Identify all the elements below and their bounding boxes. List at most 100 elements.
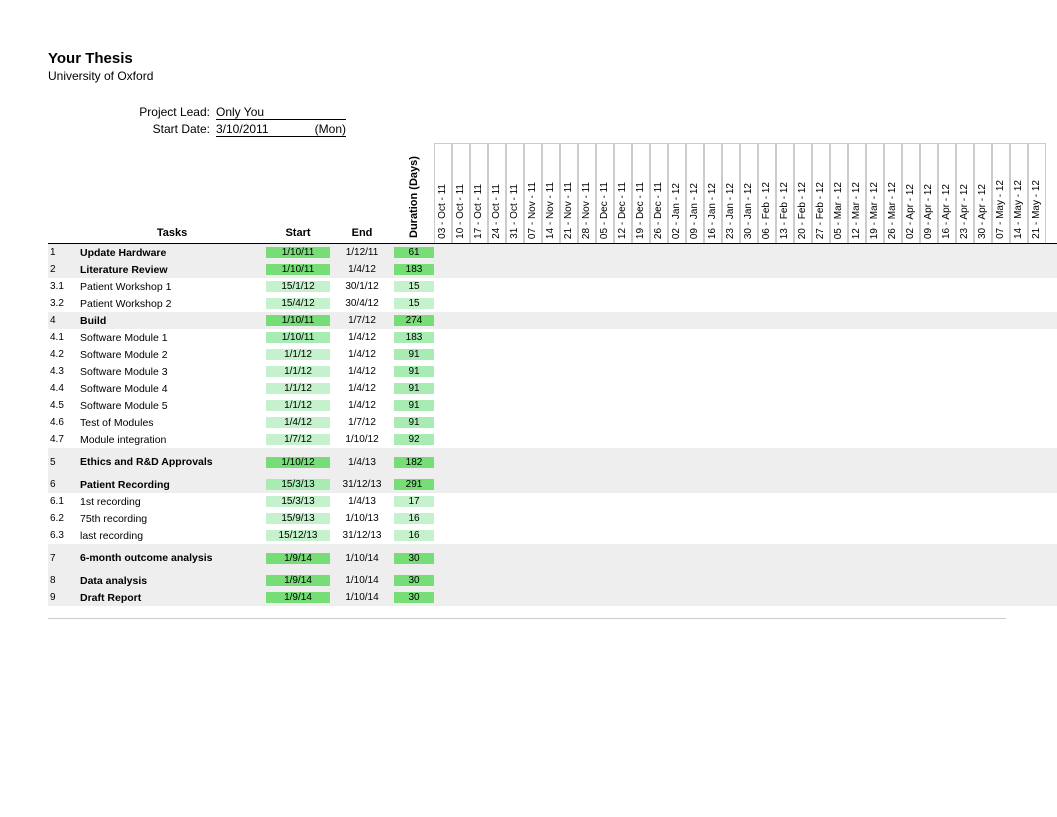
duration: 61 xyxy=(394,247,434,258)
end-date: 1/10/12 xyxy=(330,434,394,445)
date-column: 24 - Oct - 11 xyxy=(488,143,506,243)
start-date: 1/1/12 xyxy=(266,400,330,411)
duration: 91 xyxy=(394,366,434,377)
date-column: 23 - Apr - 12 xyxy=(956,143,974,243)
duration: 16 xyxy=(394,530,434,541)
duration: 92 xyxy=(394,434,434,445)
project-subtitle: University of Oxford xyxy=(48,69,1057,83)
row-number: 3.1 xyxy=(48,281,78,292)
header: Your Thesis University of Oxford xyxy=(48,50,1057,83)
task-name: Patient Workshop 2 xyxy=(78,298,266,310)
task-row: 8Data analysis1/9/141/10/1430 xyxy=(48,572,1057,589)
row-number: 4.2 xyxy=(48,349,78,360)
start-date: 15/1/12 xyxy=(266,281,330,292)
row-number: 8 xyxy=(48,575,78,586)
date-column: 30 - Jan - 12 xyxy=(740,143,758,243)
end-date: 30/4/12 xyxy=(330,298,394,309)
date-column: 14 - Nov - 11 xyxy=(542,143,560,243)
date-column: 28 - Nov - 11 xyxy=(578,143,596,243)
duration: 17 xyxy=(394,496,434,507)
start-date: 1/10/11 xyxy=(266,315,330,326)
end-date: 1/4/12 xyxy=(330,332,394,343)
lead-value[interactable]: Only You xyxy=(216,105,346,120)
row-number: 2 xyxy=(48,264,78,275)
end-date: 1/4/12 xyxy=(330,349,394,360)
duration: 274 xyxy=(394,315,434,326)
task-name: Software Module 3 xyxy=(78,366,266,378)
start-date: 15/3/13 xyxy=(266,479,330,490)
date-column: 21 - Nov - 11 xyxy=(560,143,578,243)
row-number: 3.2 xyxy=(48,298,78,309)
start-date: 1/9/14 xyxy=(266,553,330,564)
date-column: 14 - May - 12 xyxy=(1010,143,1028,243)
row-number: 6.2 xyxy=(48,513,78,524)
date-column: 06 - Feb - 12 xyxy=(758,143,776,243)
row-number: 4.1 xyxy=(48,332,78,343)
duration: 30 xyxy=(394,592,434,603)
duration: 15 xyxy=(394,298,434,309)
lead-label: Project Lead: xyxy=(48,105,216,120)
date-column: 17 - Oct - 11 xyxy=(470,143,488,243)
end-date: 1/7/12 xyxy=(330,417,394,428)
task-name: Data analysis xyxy=(78,575,266,587)
end-date: 1/4/12 xyxy=(330,400,394,411)
end-date: 1/4/13 xyxy=(330,457,394,468)
row-number: 7 xyxy=(48,553,78,564)
task-name: Draft Report xyxy=(78,592,266,604)
task-row: 4.7Module integration1/7/121/10/1292 xyxy=(48,431,1057,448)
duration: 91 xyxy=(394,349,434,360)
end-date: 1/12/11 xyxy=(330,247,394,258)
task-row: 3.1Patient Workshop 115/1/1230/1/1215 xyxy=(48,278,1057,295)
date-column: 07 - Nov - 11 xyxy=(524,143,542,243)
task-row: 3.2Patient Workshop 215/4/1230/4/1215 xyxy=(48,295,1057,312)
start-date: 1/1/12 xyxy=(266,383,330,394)
start-date: 15/9/13 xyxy=(266,513,330,524)
end-date: 1/10/13 xyxy=(330,513,394,524)
task-name: 1st recording xyxy=(78,496,266,508)
date-column: 31 - Oct - 11 xyxy=(506,143,524,243)
task-row: 4.1Software Module 11/10/111/4/12183 xyxy=(48,329,1057,346)
task-name: 75th recording xyxy=(78,513,266,525)
task-row: 6.3last recording15/12/1331/12/1316 xyxy=(48,527,1057,544)
end-date: 1/10/14 xyxy=(330,575,394,586)
duration: 30 xyxy=(394,575,434,586)
task-row: 2Literature Review1/10/111/4/12183 xyxy=(48,261,1057,278)
task-row: 9Draft Report1/9/141/10/1430 xyxy=(48,589,1057,606)
gantt-sheet: Tasks Start End Duration (Days) 03 - Oct… xyxy=(48,143,1057,619)
duration: 30 xyxy=(394,553,434,564)
end-date: 1/7/12 xyxy=(330,315,394,326)
task-name: Software Module 5 xyxy=(78,400,266,412)
start-date-label: Start Date: xyxy=(48,122,216,137)
start-date: 1/9/14 xyxy=(266,575,330,586)
duration: 15 xyxy=(394,281,434,292)
start-date: 15/12/13 xyxy=(266,530,330,541)
project-title: Your Thesis xyxy=(48,50,1057,67)
date-column: 03 - Oct - 11 xyxy=(434,143,452,243)
row-number: 4.6 xyxy=(48,417,78,428)
date-column: 02 - Apr - 12 xyxy=(902,143,920,243)
task-name: Software Module 1 xyxy=(78,332,266,344)
date-column: 26 - Dec - 11 xyxy=(650,143,668,243)
date-column: 09 - Jan - 12 xyxy=(686,143,704,243)
start-date: 1/4/12 xyxy=(266,417,330,428)
row-number: 4 xyxy=(48,315,78,326)
date-column: 05 - Dec - 11 xyxy=(596,143,614,243)
date-column: 12 - Mar - 12 xyxy=(848,143,866,243)
start-date: 1/1/12 xyxy=(266,349,330,360)
end-date: 1/4/12 xyxy=(330,264,394,275)
row-number: 6.1 xyxy=(48,496,78,507)
end-date: 1/10/14 xyxy=(330,592,394,603)
row-number: 4.7 xyxy=(48,434,78,445)
date-column: 16 - Jan - 12 xyxy=(704,143,722,243)
date-column: 19 - Mar - 12 xyxy=(866,143,884,243)
end-date: 1/4/12 xyxy=(330,366,394,377)
tasks-header: Tasks xyxy=(78,227,266,243)
project-meta: Project Lead: Only You Start Date: 3/10/… xyxy=(48,105,1057,137)
duration-header: Duration (Days) xyxy=(394,150,434,243)
task-row: 4.4Software Module 41/1/121/4/1291 xyxy=(48,380,1057,397)
date-column: 10 - Oct - 11 xyxy=(452,143,470,243)
row-number: 6.3 xyxy=(48,530,78,541)
start-date-value[interactable]: 3/10/2011(Mon) xyxy=(216,122,346,137)
row-number: 5 xyxy=(48,457,78,468)
start-date: 1/10/11 xyxy=(266,332,330,343)
